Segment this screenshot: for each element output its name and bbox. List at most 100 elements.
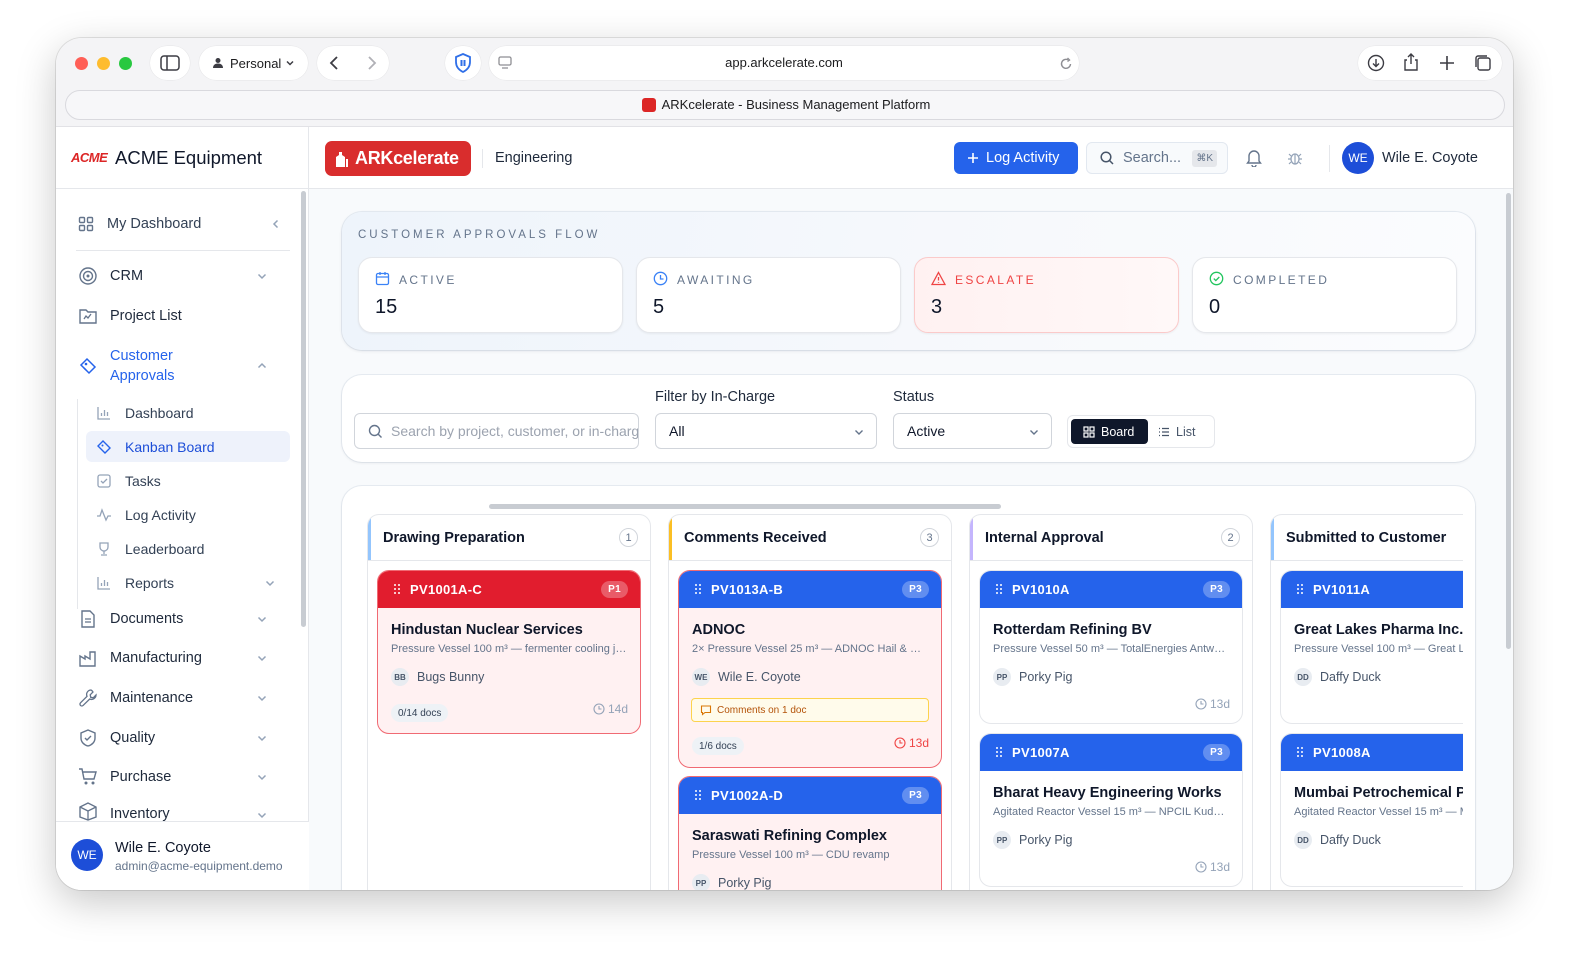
favicon bbox=[641, 97, 656, 112]
nav-label: Purchase bbox=[110, 769, 172, 785]
zoom-window-button[interactable] bbox=[119, 57, 132, 70]
nav-crm[interactable]: CRM bbox=[78, 261, 268, 291]
sidebar-user[interactable]: WE Wile E. Coyote admin@acme-equipment.d… bbox=[56, 821, 309, 890]
password-extension-button[interactable] bbox=[445, 46, 481, 80]
forward-icon[interactable] bbox=[364, 55, 378, 71]
company-logo: ACME bbox=[71, 150, 108, 165]
log-activity-button[interactable]: Log Activity bbox=[954, 142, 1078, 174]
nav-label: Documents bbox=[110, 611, 184, 627]
stat-active[interactable]: ACTIVE 15 bbox=[358, 257, 623, 333]
nav-customer-approvals[interactable]: Customer Approvals bbox=[78, 345, 268, 387]
sidebar-toggle-button[interactable] bbox=[150, 46, 190, 80]
download-icon[interactable] bbox=[1367, 54, 1385, 72]
kanban-card[interactable]: PV1002A-D P3 Saraswati Refining Complex … bbox=[678, 776, 942, 890]
stat-escalate[interactable]: ESCALATE 3 bbox=[914, 257, 1179, 333]
card-assignee: WE Wile E. Coyote bbox=[692, 668, 801, 686]
stat-awaiting[interactable]: AWAITING 5 bbox=[636, 257, 901, 333]
comments-alert[interactable]: Comments on 1 doc bbox=[691, 698, 929, 722]
drag-handle-icon[interactable] bbox=[996, 584, 1002, 594]
tab-overview-icon[interactable] bbox=[1474, 54, 1492, 72]
new-tab-icon[interactable] bbox=[1439, 55, 1455, 71]
filter-bar: Search by project, customer, or in-charg… bbox=[342, 375, 1475, 462]
card-assignee: DD Daffy Duck bbox=[1294, 831, 1381, 849]
nav-quality[interactable]: Quality bbox=[78, 723, 268, 753]
chevron-up-icon bbox=[257, 362, 267, 369]
card-title: Great Lakes Pharma Inc. bbox=[1294, 622, 1464, 638]
back-icon[interactable] bbox=[328, 55, 342, 71]
assignee-name: Porky Pig bbox=[718, 876, 772, 890]
bug-icon[interactable] bbox=[1286, 149, 1304, 167]
header-divider bbox=[482, 149, 483, 168]
view-list-button[interactable]: List bbox=[1158, 419, 1210, 444]
card-title: Saraswati Refining Complex bbox=[692, 828, 887, 844]
address-bar[interactable]: app.arkcelerate.com bbox=[489, 46, 1079, 80]
card-id: PV1011A bbox=[1313, 582, 1371, 597]
nav-purchase[interactable]: Purchase bbox=[78, 762, 268, 792]
nav-label-customer-approvals: Customer Approvals bbox=[110, 346, 174, 386]
kanban-card[interactable]: PV1013A-B P3 ADNOC 2× Pressure Vessel 25… bbox=[678, 570, 942, 768]
card-description: Pressure Vessel 100 m³ — Great Lakes bbox=[1294, 643, 1475, 655]
status-filter-label: Status bbox=[893, 389, 935, 405]
nav-project-list[interactable]: Project List bbox=[78, 301, 268, 331]
drag-handle-icon[interactable] bbox=[1297, 584, 1303, 594]
stat-completed[interactable]: COMPLETED 0 bbox=[1192, 257, 1457, 333]
kanban-card[interactable]: PV1007A P3 Bharat Heavy Engineering Work… bbox=[979, 733, 1243, 887]
nav-label: My Dashboard bbox=[107, 216, 202, 232]
collapse-sidebar-icon[interactable] bbox=[270, 218, 282, 230]
kanban-board: Drawing Preparation 1 PV1001A-C P1 Hindu… bbox=[342, 486, 1475, 890]
sub-item-dashboard[interactable]: Dashboard bbox=[86, 397, 290, 428]
user-menu[interactable]: WE Wile E. Coyote bbox=[1342, 142, 1478, 174]
kanban-card[interactable]: PV1001A-C P1 Hindustan Nuclear Services … bbox=[377, 570, 641, 734]
nav-my-dashboard[interactable]: My Dashboard bbox=[78, 209, 282, 239]
kanban-card[interactable]: PV1010A P3 Rotterdam Refining BV Pressur… bbox=[979, 570, 1243, 724]
reload-icon[interactable] bbox=[1059, 57, 1073, 71]
assignee-name: Bugs Bunny bbox=[417, 670, 485, 684]
nav-manufacturing[interactable]: Manufacturing bbox=[78, 643, 268, 673]
app-logo[interactable]: ARKcelerate bbox=[325, 141, 471, 176]
view-board-button[interactable]: Board bbox=[1071, 419, 1148, 444]
card-assignee: PP Porky Pig bbox=[993, 668, 1073, 686]
nav-maintenance[interactable]: Maintenance bbox=[78, 683, 268, 713]
sub-item-reports[interactable]: Reports bbox=[86, 567, 290, 598]
nav-documents[interactable]: Documents bbox=[78, 604, 268, 634]
grid-icon bbox=[1083, 425, 1095, 438]
drag-handle-icon[interactable] bbox=[394, 584, 400, 594]
drag-handle-icon[interactable] bbox=[1297, 747, 1303, 757]
minimize-window-button[interactable] bbox=[97, 57, 110, 70]
drag-handle-icon[interactable] bbox=[695, 790, 701, 800]
sub-item-leaderboard[interactable]: Leaderboard bbox=[86, 533, 290, 564]
card-id: PV1002A-D bbox=[711, 788, 784, 803]
assignee-avatar: BB bbox=[391, 668, 409, 686]
clock-icon bbox=[894, 737, 906, 749]
kanban-card[interactable]: PV1008A Mumbai Petrochemical Plant Agita… bbox=[1280, 733, 1475, 887]
drag-handle-icon[interactable] bbox=[996, 747, 1002, 757]
global-search[interactable]: Search... ⌘K bbox=[1086, 142, 1228, 174]
priority-badge: P3 bbox=[1203, 581, 1230, 598]
board-search-input[interactable]: Search by project, customer, or in-charg… bbox=[354, 413, 639, 449]
kanban-card[interactable]: PV1011A Great Lakes Pharma Inc. Pressure… bbox=[1280, 570, 1475, 724]
profile-selector[interactable]: Personal bbox=[199, 46, 308, 80]
sidebar-scrollbar[interactable] bbox=[301, 191, 306, 627]
bell-icon[interactable] bbox=[1245, 148, 1263, 167]
document-icon bbox=[78, 609, 98, 629]
card-assignee: DD Daffy Duck bbox=[1294, 668, 1381, 686]
chevron-down-icon bbox=[257, 812, 267, 819]
tab-active[interactable]: ARKcelerate - Business Management Platfo… bbox=[65, 90, 1505, 120]
incharge-select[interactable]: All bbox=[655, 413, 877, 449]
sub-item-tasks[interactable]: Tasks bbox=[86, 465, 290, 496]
column-count: 1 bbox=[619, 528, 638, 547]
sub-item-kanban-board[interactable]: Kanban Board bbox=[86, 431, 290, 462]
priority-badge: P1 bbox=[601, 581, 628, 598]
card-title: ADNOC bbox=[692, 622, 746, 638]
share-icon[interactable] bbox=[1403, 53, 1419, 71]
url-text: app.arkcelerate.com bbox=[725, 55, 843, 70]
board-horizontal-scrollbar[interactable] bbox=[489, 504, 1001, 509]
status-select[interactable]: Active bbox=[893, 413, 1052, 449]
kanban-column: Submitted to Customer PV1011A Great Lake… bbox=[1270, 514, 1475, 890]
drag-handle-icon[interactable] bbox=[695, 584, 701, 594]
page-scrollbar[interactable] bbox=[1506, 193, 1511, 649]
nav-inventory[interactable]: Inventory bbox=[78, 801, 268, 821]
assignee-name: Porky Pig bbox=[1019, 670, 1073, 684]
close-window-button[interactable] bbox=[75, 57, 88, 70]
sub-item-log-activity[interactable]: Log Activity bbox=[86, 499, 290, 530]
